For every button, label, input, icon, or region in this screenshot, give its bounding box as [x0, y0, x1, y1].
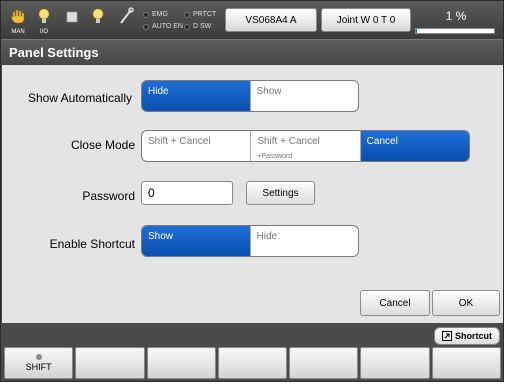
function-key-2[interactable] — [146, 347, 216, 379]
robot-type-button[interactable]: VS068A4 A — [225, 8, 317, 32]
indicator-prtct: PRTCT — [184, 11, 216, 18]
password-label: Password — [82, 189, 135, 203]
password-input[interactable]: 0 — [141, 181, 233, 205]
bulb-icon[interactable] — [87, 5, 109, 35]
enable-shortcut-hide-option[interactable]: Hide — [251, 226, 359, 256]
status-dot-icon — [143, 23, 149, 30]
close-mode-shift-cancel-password-option[interactable]: Shift + Cancel +Password — [251, 131, 361, 161]
indicator-emg: EMG — [143, 11, 168, 18]
shortcut-button[interactable]: Shortcut — [434, 327, 500, 345]
show-automatically-toggle: Hide Show — [141, 80, 359, 112]
function-key-4[interactable] — [289, 347, 359, 379]
page-title: Panel Settings — [9, 45, 99, 60]
speed-progress-bar — [415, 28, 495, 34]
password-settings-button[interactable]: Settings — [246, 181, 315, 205]
external-link-icon — [442, 331, 452, 341]
status-dot-icon — [143, 11, 149, 18]
show-automatically-hide-option[interactable]: Hide — [142, 81, 251, 111]
indicator-dsw: D SW — [184, 23, 211, 30]
mode-caption: MAN — [11, 29, 25, 35]
function-keys: SHIFT — [4, 347, 501, 379]
led-icon — [35, 354, 42, 360]
indicator-auto-en: AUTO EN — [143, 23, 183, 30]
stop-square-icon[interactable] — [61, 5, 83, 35]
settings-panel: Show Automatically Hide Show Close Mode … — [2, 65, 503, 323]
io-bulb-icon[interactable]: I/O — [33, 5, 55, 35]
close-mode-selector: Shift + Cancel Shift + Cancel +Password C… — [141, 130, 470, 162]
status-bar: MAN I/O EMG AUTO EN PRTCT D SW VS068A4 A… — [1, 1, 503, 39]
ok-button[interactable]: OK — [432, 290, 500, 316]
close-mode-shift-cancel-option[interactable]: Shift + Cancel — [142, 131, 252, 161]
close-mode-cancel-option[interactable]: Cancel — [360, 131, 469, 161]
status-dot-icon — [184, 11, 190, 18]
close-mode-label: Close Mode — [70, 138, 135, 152]
wrench-icon[interactable] — [115, 5, 137, 35]
io-caption: I/O — [39, 29, 48, 35]
title-bar: Panel Settings — [1, 39, 503, 65]
show-automatically-show-option[interactable]: Show — [251, 81, 359, 111]
speed-progress-fill — [416, 29, 417, 33]
function-key-1[interactable] — [75, 347, 145, 379]
function-key-6[interactable] — [431, 347, 501, 379]
enable-shortcut-toggle: Show Hide — [141, 225, 359, 257]
hand-icon[interactable]: MAN — [7, 5, 29, 35]
shift-key[interactable]: SHIFT — [4, 347, 74, 379]
enable-shortcut-label: Enable Shortcut — [49, 237, 135, 251]
show-automatically-label: Show Automatically — [27, 91, 132, 105]
cancel-button[interactable]: Cancel — [360, 290, 430, 316]
speed-percent[interactable]: 1 % — [419, 9, 493, 23]
joint-mode-button[interactable]: Joint W 0 T 0 — [321, 8, 411, 32]
status-dot-icon — [184, 23, 190, 30]
pendant-window: MAN I/O EMG AUTO EN PRTCT D SW VS068A4 A… — [0, 0, 504, 382]
function-key-3[interactable] — [217, 347, 288, 379]
enable-shortcut-show-option[interactable]: Show — [142, 226, 251, 256]
function-key-5[interactable] — [360, 347, 430, 379]
function-key-bar: Shortcut SHIFT — [2, 323, 503, 381]
